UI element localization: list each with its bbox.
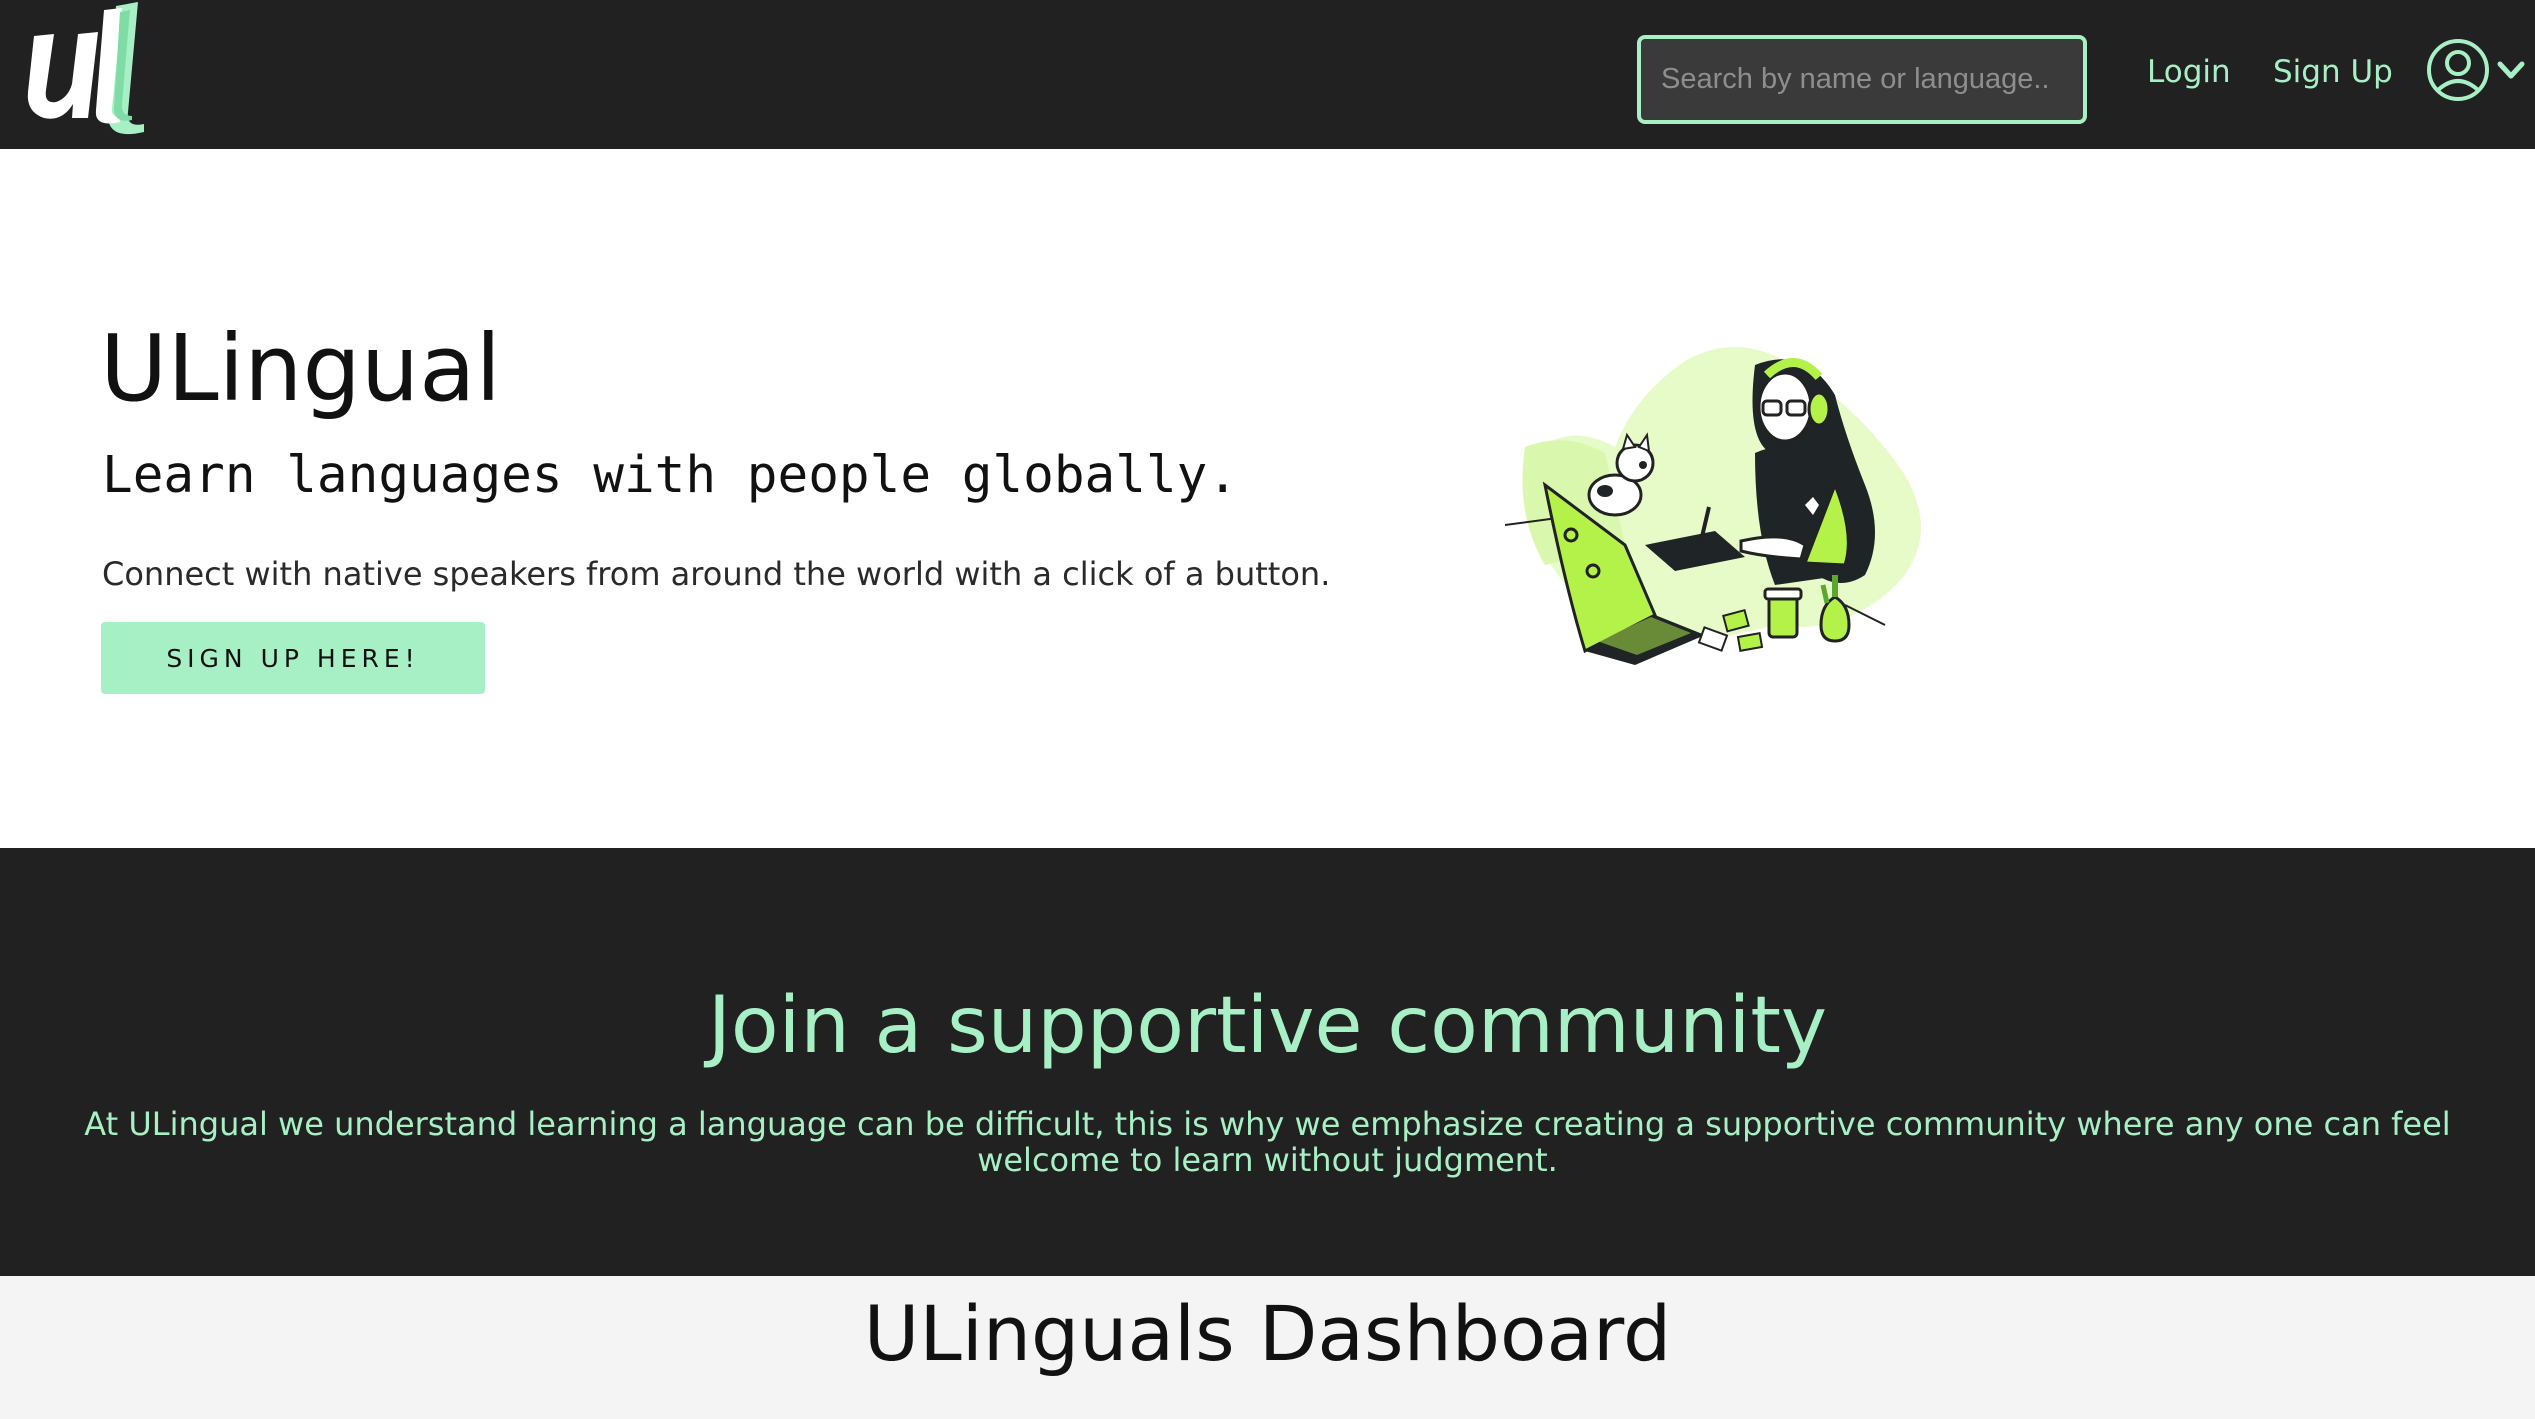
dashboard-title: ULinguals Dashboard (863, 1289, 1672, 1378)
community-description: At ULingual we understand learning a lan… (84, 1105, 2451, 1179)
login-link[interactable]: Login (2147, 50, 2231, 94)
community-section: Join a supportive community At ULingual … (0, 848, 2535, 1276)
signup-here-button[interactable]: SIGN UP HERE! (101, 622, 485, 694)
hero-tagline: Learn languages with people globally. (102, 446, 1239, 505)
user-circle-icon (2427, 39, 2489, 101)
hero-title: ULingual (100, 315, 502, 422)
hero-description: Connect with native speakers from around… (102, 555, 1331, 593)
signup-link[interactable]: Sign Up (2273, 50, 2393, 94)
chevron-down-icon (2497, 61, 2525, 79)
top-navbar: Login Sign Up (0, 0, 2535, 149)
profile-menu-button[interactable] (2426, 36, 2530, 104)
community-title: Join a supportive community (707, 981, 1828, 1071)
ulingual-logo[interactable] (20, 0, 155, 140)
person-at-laptop-illustration (1505, 346, 1921, 665)
search-input[interactable] (1637, 35, 2087, 124)
hero-section: ULingual Learn languages with people glo… (0, 149, 2535, 848)
dashboard-section: ULinguals Dashboard (0, 1276, 2535, 1419)
